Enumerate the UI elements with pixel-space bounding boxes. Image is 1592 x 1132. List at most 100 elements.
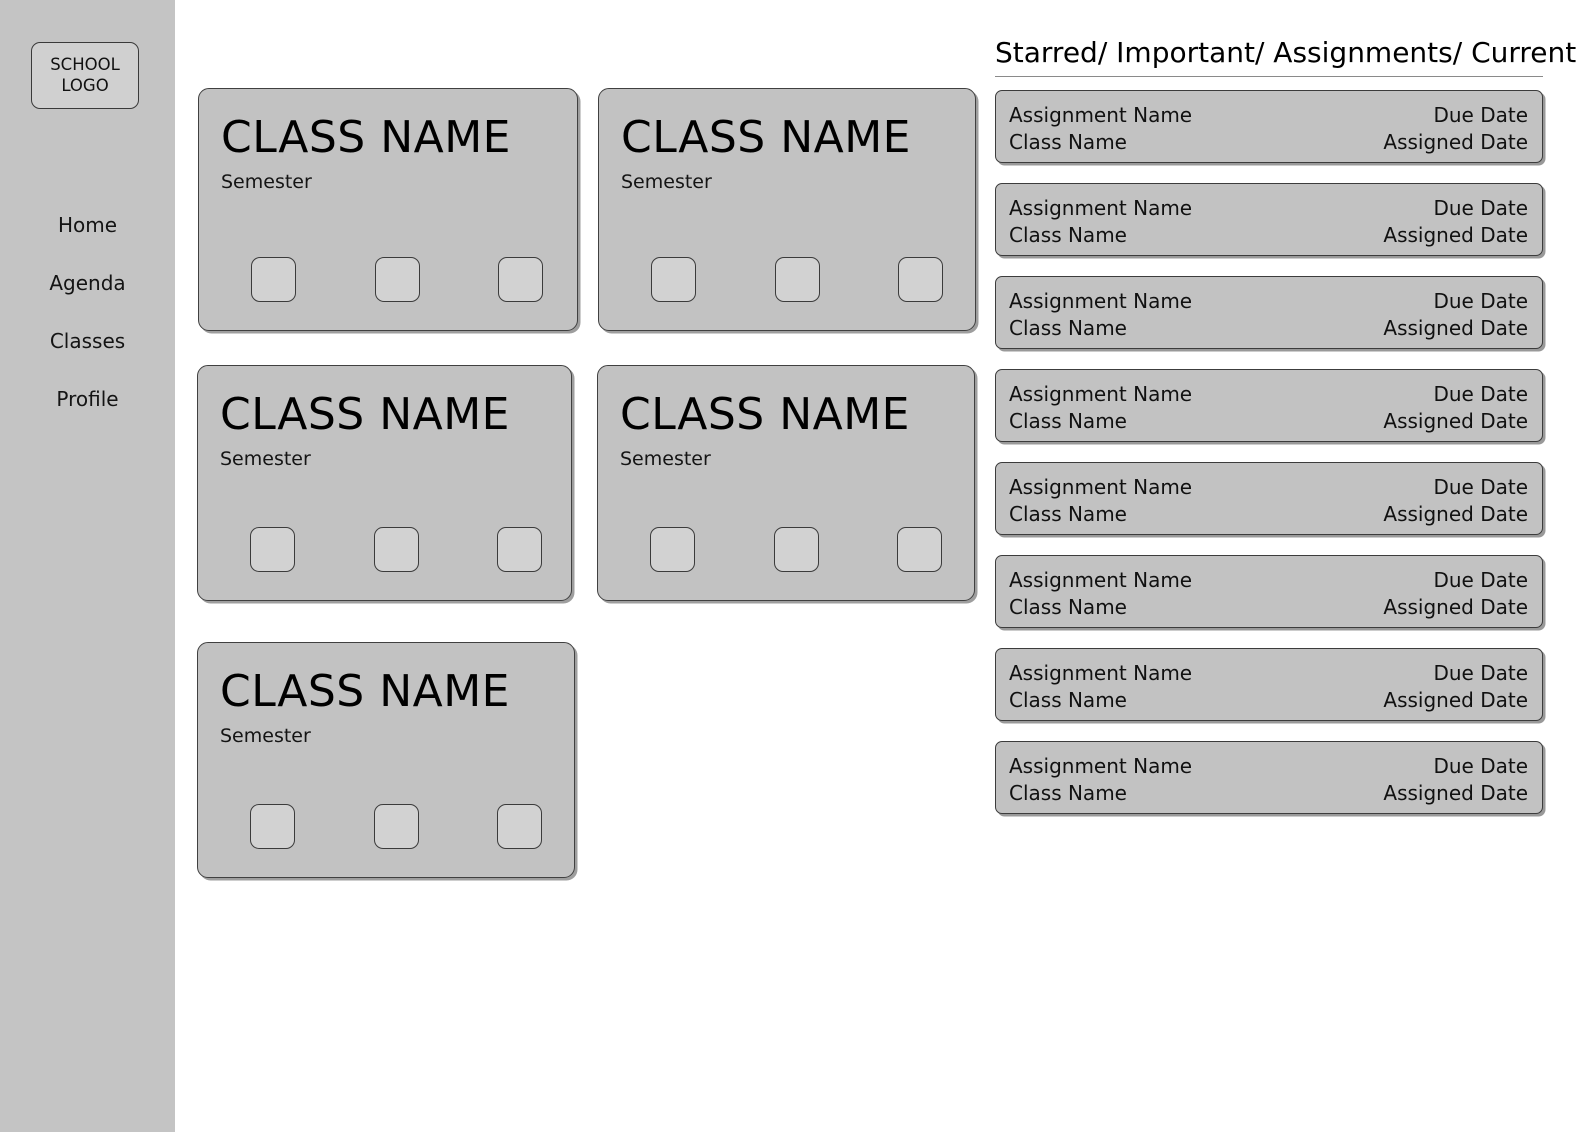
assignment-assigned-date: Assigned Date xyxy=(1383,129,1528,154)
assignment-card[interactable]: Assignment Name Due Date Class Name Assigne… xyxy=(995,368,1543,442)
class-card-semester: Semester xyxy=(220,448,311,470)
assignment-assigned-date: Assigned Date xyxy=(1383,780,1528,805)
assignment-card-bottom-row: Class Name Assigned Date xyxy=(1009,315,1528,342)
assignment-card[interactable]: Assignment Name Due Date Class Name Assigne… xyxy=(995,89,1543,163)
class-card-chip-3[interactable] xyxy=(497,527,542,572)
assignment-card[interactable]: Assignment Name Due Date Class Name Assigne… xyxy=(995,740,1543,814)
sidebar-item-label: Agenda xyxy=(49,271,126,295)
assignment-class-name: Class Name xyxy=(1009,222,1127,247)
class-card-semester: Semester xyxy=(621,171,712,193)
assignment-name: Assignment Name xyxy=(1009,288,1193,313)
class-card-title: CLASS NAME xyxy=(621,112,911,163)
class-card-title: CLASS NAME xyxy=(221,112,511,163)
assignment-due-date: Due Date xyxy=(1433,474,1528,499)
class-card-title: CLASS NAME xyxy=(220,666,510,717)
class-card-chip-row xyxy=(250,804,542,849)
class-card[interactable]: CLASS NAME Semester xyxy=(198,88,578,331)
class-card-title: CLASS NAME xyxy=(220,389,510,440)
class-card-semester: Semester xyxy=(220,725,311,747)
assignment-class-name: Class Name xyxy=(1009,780,1127,805)
sidebar-item-label: Home xyxy=(57,213,118,237)
sidebar-item-classes[interactable]: Classes xyxy=(0,312,175,370)
assignment-assigned-date: Assigned Date xyxy=(1383,687,1528,712)
sidebar-item-label: Profile xyxy=(56,387,119,411)
assignment-class-name: Class Name xyxy=(1009,501,1127,526)
assignment-due-date: Due Date xyxy=(1433,102,1528,127)
class-card-chip-1[interactable] xyxy=(250,527,295,572)
assignment-assigned-date: Assigned Date xyxy=(1383,408,1528,433)
class-card-chip-2[interactable] xyxy=(773,527,819,572)
sidebar-item-home[interactable]: Home xyxy=(0,196,175,254)
class-card[interactable]: CLASS NAME Semester xyxy=(197,642,575,878)
assignment-card-bottom-row: Class Name Assigned Date xyxy=(1009,501,1528,528)
assignment-class-name: Class Name xyxy=(1009,408,1127,433)
assignment-card-top-row: Assignment Name Due Date xyxy=(1009,753,1528,780)
assignment-name: Assignment Name xyxy=(1009,567,1193,592)
class-card-chip-row xyxy=(251,257,543,302)
class-card-chip-2[interactable] xyxy=(373,804,419,849)
assignment-name: Assignment Name xyxy=(1009,753,1193,778)
class-card-chip-1[interactable] xyxy=(650,527,695,572)
assignments-panel: Starred/ Important/ Assignments/ Current… xyxy=(995,37,1576,834)
assignment-class-name: Class Name xyxy=(1009,594,1127,619)
assignment-card[interactable]: Assignment Name Due Date Class Name Assigne… xyxy=(995,275,1543,349)
class-card-chip-2[interactable] xyxy=(774,257,820,302)
assignment-card-top-row: Assignment Name Due Date xyxy=(1009,567,1528,594)
class-card-chip-1[interactable] xyxy=(250,804,295,849)
class-card[interactable]: CLASS NAME Semester xyxy=(597,365,975,601)
assignment-card[interactable]: Assignment Name Due Date Class Name Assigne… xyxy=(995,182,1543,256)
assignment-due-date: Due Date xyxy=(1433,753,1528,778)
assignment-name: Assignment Name xyxy=(1009,474,1193,499)
assignment-card-top-row: Assignment Name Due Date xyxy=(1009,102,1528,129)
class-card-chip-1[interactable] xyxy=(251,257,296,302)
assignment-due-date: Due Date xyxy=(1433,288,1528,313)
school-logo-line1: SCHOOL xyxy=(50,55,120,75)
assignment-card-top-row: Assignment Name Due Date xyxy=(1009,474,1528,501)
class-card-chip-2[interactable] xyxy=(374,257,420,302)
assignment-due-date: Due Date xyxy=(1433,195,1528,220)
assignment-card[interactable]: Assignment Name Due Date Class Name Assigne… xyxy=(995,461,1543,535)
assignment-assigned-date: Assigned Date xyxy=(1383,501,1528,526)
sidebar-item-label: Classes xyxy=(49,329,126,353)
assignment-card[interactable]: Assignment Name Due Date Class Name Assigne… xyxy=(995,647,1543,721)
sidebar: SCHOOL LOGO Home Agenda Classes Profile xyxy=(0,0,175,1132)
assignment-card-top-row: Assignment Name Due Date xyxy=(1009,288,1528,315)
assignment-class-name: Class Name xyxy=(1009,315,1127,340)
class-card[interactable]: CLASS NAME Semester xyxy=(598,88,976,331)
class-card[interactable]: CLASS NAME Semester xyxy=(197,365,572,601)
assignment-card-top-row: Assignment Name Due Date xyxy=(1009,660,1528,687)
sidebar-item-profile[interactable]: Profile xyxy=(0,370,175,428)
class-card-chip-3[interactable] xyxy=(898,257,943,302)
class-card-chip-1[interactable] xyxy=(651,257,696,302)
class-card-chip-3[interactable] xyxy=(897,527,942,572)
class-card-chip-row xyxy=(651,257,943,302)
sidebar-item-agenda[interactable]: Agenda xyxy=(0,254,175,312)
class-card-chip-2[interactable] xyxy=(373,527,419,572)
assignment-assigned-date: Assigned Date xyxy=(1383,315,1528,340)
assignment-class-name: Class Name xyxy=(1009,687,1127,712)
assignment-list: Assignment Name Due Date Class Name Assigne… xyxy=(995,89,1543,814)
assignment-name: Assignment Name xyxy=(1009,381,1193,406)
assignment-card-bottom-row: Class Name Assigned Date xyxy=(1009,129,1528,156)
assignment-card-bottom-row: Class Name Assigned Date xyxy=(1009,408,1528,435)
school-logo-line2: LOGO xyxy=(61,75,109,95)
class-card-chip-3[interactable] xyxy=(497,804,542,849)
assignment-card-top-row: Assignment Name Due Date xyxy=(1009,381,1528,408)
assignment-card[interactable]: Assignment Name Due Date Class Name Assigne… xyxy=(995,554,1543,628)
assignment-class-name: Class Name xyxy=(1009,129,1127,154)
assignment-due-date: Due Date xyxy=(1433,381,1528,406)
class-card-chip-row xyxy=(250,527,542,572)
class-card-chip-row xyxy=(650,527,942,572)
assignment-assigned-date: Assigned Date xyxy=(1383,222,1528,247)
class-card-semester: Semester xyxy=(221,171,312,193)
class-card-title: CLASS NAME xyxy=(620,389,910,440)
assignment-card-bottom-row: Class Name Assigned Date xyxy=(1009,687,1528,714)
assignment-assigned-date: Assigned Date xyxy=(1383,594,1528,619)
assignment-name: Assignment Name xyxy=(1009,660,1193,685)
sidebar-nav: Home Agenda Classes Profile xyxy=(0,196,175,428)
class-card-chip-3[interactable] xyxy=(498,257,543,302)
assignment-card-bottom-row: Class Name Assigned Date xyxy=(1009,594,1528,621)
assignment-name: Assignment Name xyxy=(1009,102,1193,127)
school-logo[interactable]: SCHOOL LOGO xyxy=(31,42,139,109)
assignment-card-bottom-row: Class Name Assigned Date xyxy=(1009,222,1528,249)
